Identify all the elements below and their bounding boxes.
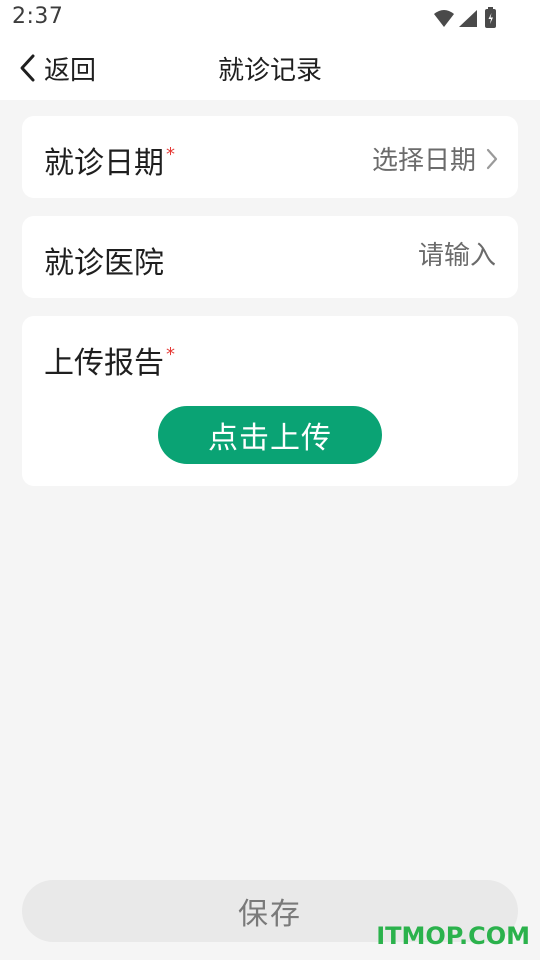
status-bar: 2:37 xyxy=(0,0,540,38)
report-upload-card: 上传报告 * 点击上传 xyxy=(22,316,518,486)
cellular-signal-icon xyxy=(459,10,477,27)
battery-icon xyxy=(485,7,496,28)
status-time: 2:37 xyxy=(12,4,64,29)
wifi-icon xyxy=(434,10,454,27)
visit-date-placeholder: 选择日期 xyxy=(371,146,476,176)
status-icons xyxy=(432,7,502,31)
chevron-right-icon xyxy=(476,148,498,170)
required-mark: * xyxy=(166,144,175,165)
visit-date-picker[interactable]: 选择日期 xyxy=(372,140,498,177)
required-mark: * xyxy=(166,344,175,365)
hospital-row: 就诊医院 xyxy=(22,216,518,298)
visit-date-label: 就诊日期 xyxy=(44,146,164,181)
hospital-input[interactable] xyxy=(296,236,496,276)
top-bar: 2:37 返回 就诊记录 xyxy=(0,0,540,100)
visit-date-label-wrap: 就诊日期 * xyxy=(44,138,175,182)
watermark: ITMOP.COM xyxy=(376,922,530,950)
page-title: 就诊记录 xyxy=(217,56,322,86)
visit-date-row[interactable]: 就诊日期 * 选择日期 xyxy=(22,116,518,198)
upload-button[interactable]: 点击上传 xyxy=(158,406,382,464)
hospital-label: 就诊医院 xyxy=(44,246,164,281)
nav-bar: 返回 就诊记录 xyxy=(0,40,540,96)
report-label: 上传报告 xyxy=(44,346,164,381)
report-label-wrap: 上传报告 * xyxy=(44,338,175,382)
